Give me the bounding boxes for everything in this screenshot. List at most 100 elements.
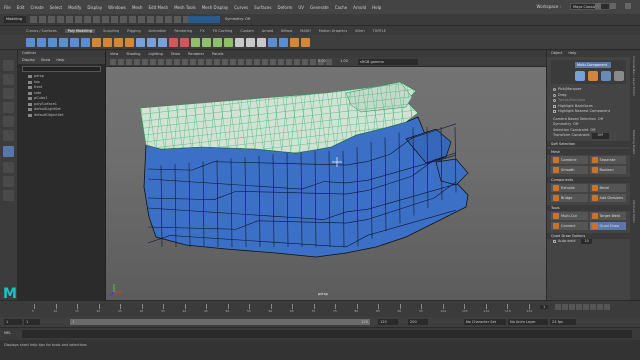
tab-channel-box[interactable]: Channel Box / Layer Editor — [632, 56, 636, 96]
step-forward-key-icon[interactable] — [597, 304, 603, 310]
shelf-tool-icon[interactable] — [301, 38, 310, 47]
outliner-layout-icon[interactable] — [3, 190, 14, 201]
connect-button[interactable]: Connect — [551, 221, 588, 230]
viewport-tool-icon[interactable] — [270, 59, 276, 65]
snap-grid-icon[interactable] — [102, 16, 109, 23]
shelf-tool-icon[interactable] — [59, 38, 68, 47]
shelf-tool-icon[interactable] — [290, 38, 299, 47]
outliner-item[interactable]: defaultObjectSet — [18, 113, 105, 119]
viewport-menu-shading[interactable]: Shading — [126, 52, 140, 56]
minimize-icon[interactable] — [595, 3, 601, 9]
select-hierarchy-icon[interactable] — [75, 16, 82, 23]
go-to-start-icon[interactable] — [555, 304, 561, 310]
shelf-tool-icon[interactable] — [37, 38, 46, 47]
range-slider-bar[interactable]: 1 120 — [70, 319, 370, 325]
redo-icon[interactable] — [66, 16, 73, 23]
input-line-field[interactable] — [188, 16, 220, 23]
multi-cut-button[interactable]: Multi-Cut — [551, 211, 588, 220]
step-back-key-icon[interactable] — [562, 304, 568, 310]
multi-component-button[interactable]: Multi-Component — [575, 62, 611, 68]
tab-mash[interactable]: MASH — [300, 29, 310, 33]
vertex-mode-icon[interactable] — [575, 71, 585, 81]
lasso-tool-icon[interactable] — [3, 74, 14, 85]
viewport-menu-renderer[interactable]: Renderer — [188, 52, 204, 56]
menu-surfaces[interactable]: Surfaces — [254, 5, 271, 10]
character-set-dropdown[interactable]: No Character Set — [464, 319, 506, 325]
menu-create[interactable]: Create — [30, 5, 43, 10]
viewport-tool-icon[interactable] — [150, 59, 156, 65]
maximize-icon[interactable] — [610, 3, 616, 9]
menu-arnold[interactable]: Arnold — [353, 5, 366, 10]
viewport-tool-icon[interactable] — [294, 59, 300, 65]
shelf-tool-icon[interactable] — [114, 38, 123, 47]
viewport-tool-icon[interactable] — [134, 59, 140, 65]
shelf-tool-icon[interactable] — [213, 38, 222, 47]
viewport-menu-show[interactable]: Show — [171, 52, 180, 56]
four-view-icon[interactable] — [3, 176, 14, 187]
toolkit-tab-help[interactable]: Help — [568, 50, 576, 57]
hypershade-icon[interactable] — [174, 16, 181, 23]
menu-edit[interactable]: Edit — [17, 5, 25, 10]
viewport-3d[interactable]: persp — [106, 67, 546, 300]
boolean-button[interactable]: Boolean — [589, 165, 626, 174]
viewport-tool-icon[interactable] — [262, 59, 268, 65]
viewport-tool-icon[interactable] — [190, 59, 196, 65]
transform-constraint-row[interactable]: Transform Constraint Off — [547, 133, 630, 139]
tab-curves-surfaces[interactable]: Curves / Surfaces — [26, 29, 57, 33]
viewport-tool-icon[interactable] — [230, 59, 236, 65]
start-time-field[interactable]: 1 — [4, 319, 22, 325]
outliner-menu-display[interactable]: Display — [22, 57, 35, 64]
go-to-end-icon[interactable] — [604, 304, 610, 310]
menu-display[interactable]: Display — [87, 5, 102, 10]
viewport-tool-icon[interactable] — [302, 59, 308, 65]
bridge-button[interactable]: Bridge — [551, 193, 588, 202]
viewport-tool-icon[interactable] — [142, 59, 148, 65]
mel-label[interactable]: MEL — [4, 331, 11, 335]
time-slider[interactable]: 5 10 15 20 25 30 35 40 45 50 55 60 65 70 75 80 85 90 95 100… — [0, 300, 640, 317]
shelf-tool-icon[interactable] — [147, 38, 156, 47]
menu-edit-mesh[interactable]: Edit Mesh — [149, 5, 169, 10]
shelf-tool-icon[interactable] — [235, 38, 244, 47]
tab-custom[interactable]: Custom — [240, 29, 253, 33]
gamma-value[interactable]: 1.00 — [340, 59, 348, 63]
snap-view-icon[interactable] — [129, 16, 136, 23]
option-highlight-nearest[interactable]: Highlight Nearest Component — [547, 109, 630, 115]
viewport-tool-icon[interactable] — [286, 59, 292, 65]
combine-button[interactable]: Combine — [551, 155, 588, 164]
undo-icon[interactable] — [57, 16, 64, 23]
menu-cache[interactable]: Cache — [335, 5, 347, 10]
menu-mesh-display[interactable]: Mesh Display — [202, 5, 229, 10]
shelf-tool-icon[interactable] — [279, 38, 288, 47]
shelf-tool-icon[interactable] — [180, 38, 189, 47]
tab-motion-graphics[interactable]: Motion Graphics — [319, 29, 347, 33]
tab-attribute-editor[interactable]: Attribute Editor — [632, 200, 636, 223]
symmetry-status[interactable]: Symmetry: Off — [225, 17, 250, 21]
tab-turtle[interactable]: TURTLE — [373, 29, 386, 33]
menu-select[interactable]: Select — [50, 5, 62, 10]
current-frame-field[interactable]: 1 — [540, 305, 549, 309]
viewport-tool-icon[interactable] — [174, 59, 180, 65]
tab-rigging[interactable]: Rigging — [127, 29, 140, 33]
viewport-tool-icon[interactable] — [214, 59, 220, 65]
new-scene-icon[interactable] — [30, 16, 37, 23]
move-tool-icon[interactable] — [3, 102, 14, 113]
rotate-tool-icon[interactable] — [3, 116, 14, 127]
tab-fx[interactable]: FX — [200, 29, 204, 33]
menu-modify[interactable]: Modify — [68, 5, 81, 10]
save-scene-icon[interactable] — [48, 16, 55, 23]
menu-file[interactable]: File — [4, 5, 11, 10]
tab-fx-caching[interactable]: FX Caching — [213, 29, 233, 33]
single-view-icon[interactable] — [3, 162, 14, 173]
shelf-tool-icon[interactable] — [158, 38, 167, 47]
tab-arnold[interactable]: Arnold — [262, 29, 273, 33]
menu-mesh-tools[interactable]: Mesh Tools — [174, 5, 196, 10]
menu-uv[interactable]: UV — [298, 5, 304, 10]
scale-tool-icon[interactable] — [3, 130, 14, 141]
separate-button[interactable]: Separate — [589, 155, 626, 164]
fps-dropdown[interactable]: 24 fps — [550, 319, 576, 325]
color-space-dropdown[interactable]: sRGB gamma — [358, 59, 418, 65]
select-component-icon[interactable] — [93, 16, 100, 23]
shelf-tool-icon[interactable] — [92, 38, 101, 47]
viewport-tool-icon[interactable] — [206, 59, 212, 65]
outliner-menu-show[interactable]: Show — [41, 57, 50, 64]
